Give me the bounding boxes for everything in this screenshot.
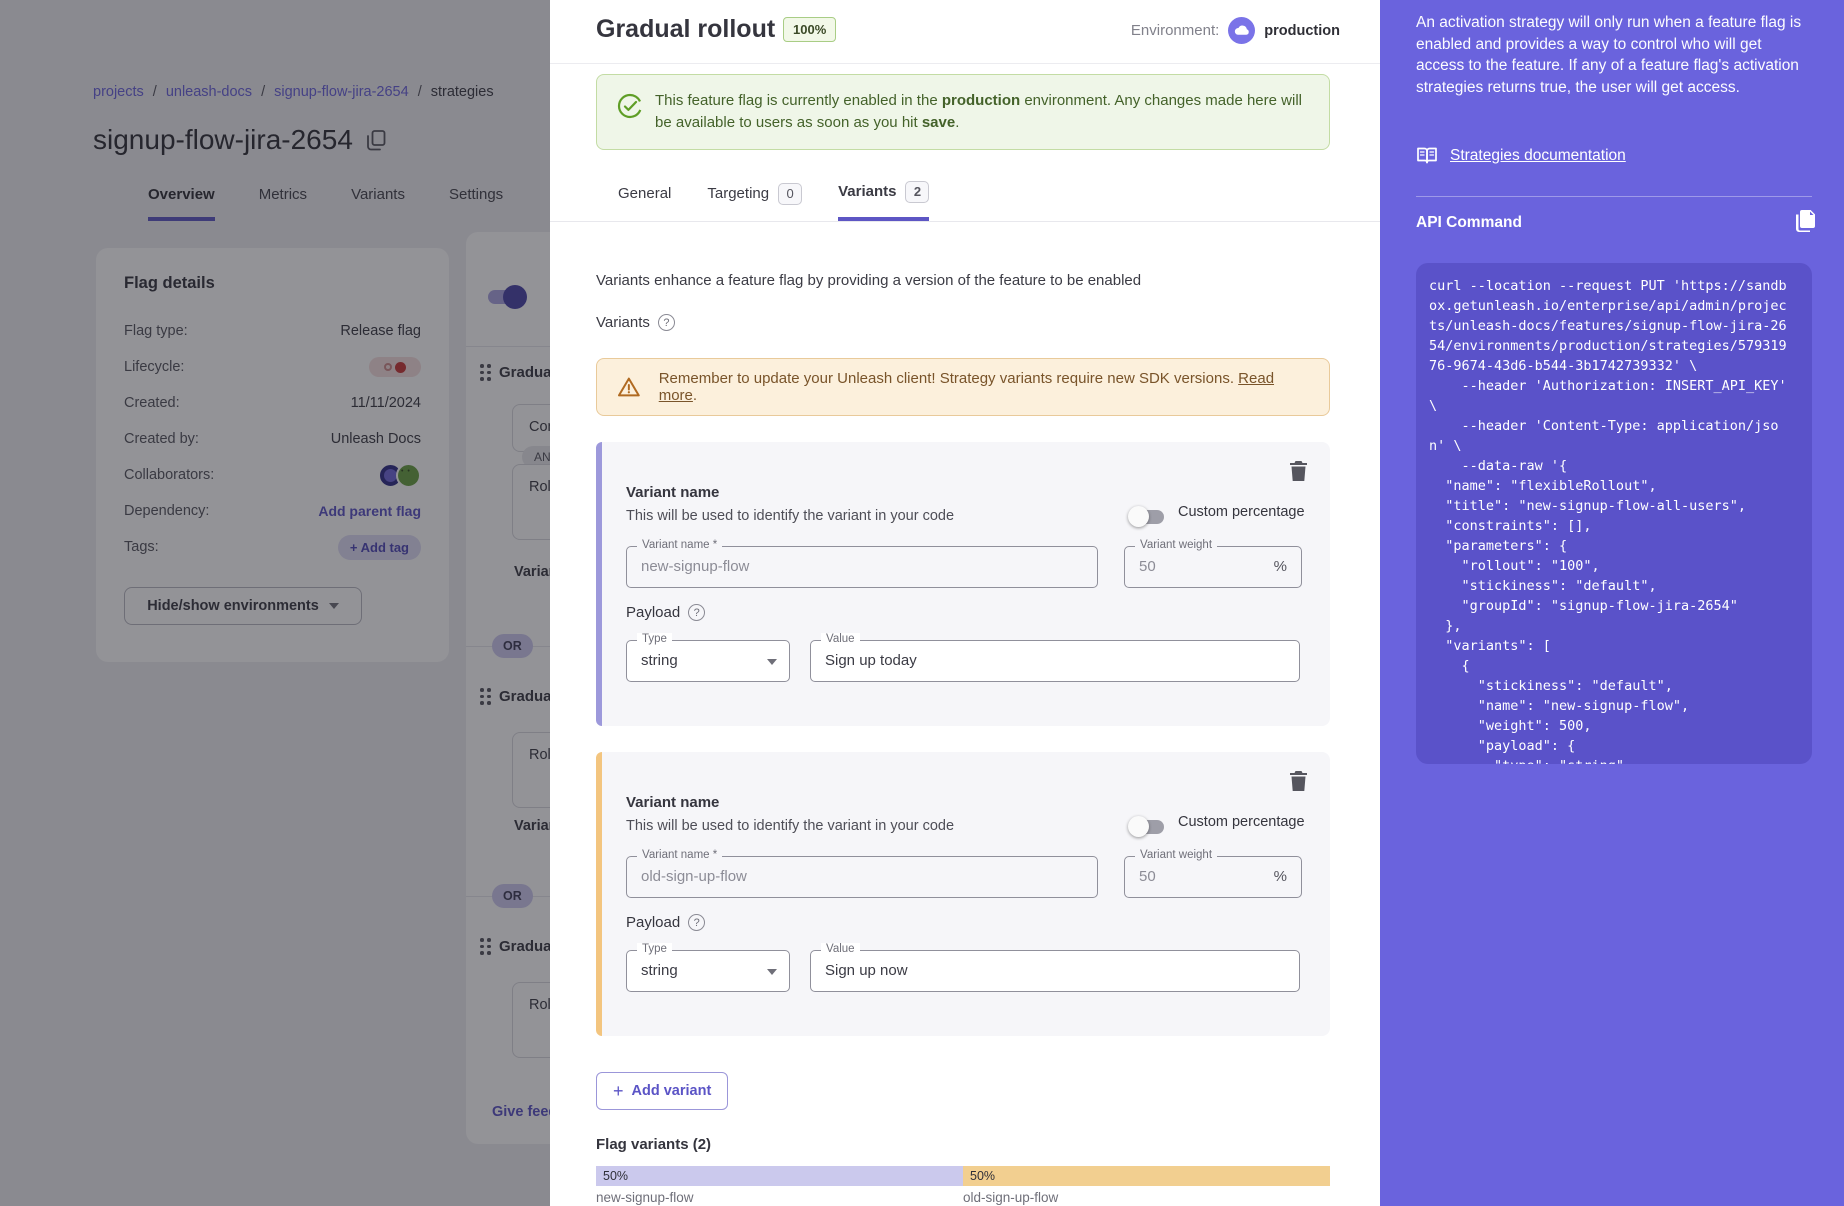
check-circle-icon bbox=[617, 93, 643, 119]
modal-tab-targeting[interactable]: Targeting 0 bbox=[707, 178, 802, 221]
variant-name-input[interactable]: Variant name * old-sign-up-flow bbox=[626, 856, 1098, 898]
sdk-warning-alert: Remember to update your Unleash client! … bbox=[596, 358, 1330, 416]
modal-tab-general[interactable]: General bbox=[618, 178, 671, 221]
variant-color-stripe bbox=[596, 442, 602, 726]
distribution-segment-2: 50% bbox=[963, 1166, 1330, 1186]
enabled-success-alert: This feature flag is currently enabled i… bbox=[596, 74, 1330, 150]
payload-type-select[interactable]: Type string bbox=[626, 640, 790, 682]
warning-icon bbox=[617, 376, 641, 398]
variant-card-1: Variant name This will be used to identi… bbox=[596, 442, 1330, 726]
help-icon[interactable]: ? bbox=[688, 914, 705, 931]
custom-percentage-toggle[interactable] bbox=[1130, 820, 1164, 834]
help-icon[interactable]: ? bbox=[688, 604, 705, 621]
add-variant-button[interactable]: + Add variant bbox=[596, 1072, 728, 1110]
variant-card-2: Variant name This will be used to identi… bbox=[596, 752, 1330, 1036]
variant-distribution-bar: 50% 50% bbox=[596, 1166, 1330, 1186]
variant-color-stripe bbox=[596, 752, 602, 1036]
strategies-documentation-link[interactable]: Strategies documentation bbox=[1450, 147, 1626, 165]
help-icon[interactable]: ? bbox=[658, 314, 675, 331]
chevron-down-icon bbox=[767, 659, 777, 665]
payload-label: Payload ? bbox=[626, 604, 705, 621]
strategy-description: An activation strategy will only run whe… bbox=[1416, 12, 1814, 98]
api-command-code: curl --location --request PUT 'https://s… bbox=[1429, 276, 1799, 764]
modal-tab-bar: General Targeting 0 Variants 2 bbox=[550, 178, 1380, 222]
delete-variant-icon[interactable] bbox=[1289, 460, 1308, 482]
modal-title: Gradual rollout bbox=[596, 15, 775, 44]
payload-type-select[interactable]: Type string bbox=[626, 950, 790, 992]
flag-variants-title: Flag variants (2) bbox=[596, 1136, 711, 1153]
variant-name-input[interactable]: Variant name * new-signup-flow bbox=[626, 546, 1098, 588]
modal-header: Gradual rollout 100% Environment: produc… bbox=[550, 0, 1380, 64]
api-command-code-block[interactable]: curl --location --request PUT 'https://s… bbox=[1416, 263, 1812, 764]
variants-intro: Variants enhance a feature flag by provi… bbox=[596, 272, 1141, 289]
modal-tab-variants[interactable]: Variants 2 bbox=[838, 178, 929, 221]
copy-api-command-icon[interactable] bbox=[1794, 208, 1818, 234]
cloud-icon bbox=[1228, 17, 1255, 44]
help-sidebar: An activation strategy will only run whe… bbox=[1380, 0, 1844, 1206]
payload-label: Payload ? bbox=[626, 914, 705, 931]
strategy-edit-modal: Gradual rollout 100% Environment: produc… bbox=[550, 0, 1380, 1206]
variant-weight-input[interactable]: Variant weight 50 % bbox=[1124, 856, 1302, 898]
payload-value-input[interactable]: Value Sign up today bbox=[810, 640, 1300, 682]
rollout-percent-badge: 100% bbox=[783, 17, 836, 42]
variants-section-label: Variants ? bbox=[596, 314, 675, 331]
environment-indicator: Environment: production bbox=[1131, 17, 1340, 44]
chevron-down-icon bbox=[767, 969, 777, 975]
api-command-title: API Command bbox=[1416, 214, 1522, 232]
variants-count-badge: 2 bbox=[905, 181, 929, 203]
delete-variant-icon[interactable] bbox=[1289, 770, 1308, 792]
targeting-count-badge: 0 bbox=[778, 183, 802, 205]
modal-backdrop[interactable] bbox=[0, 0, 550, 1206]
variant-weight-input[interactable]: Variant weight 50 % bbox=[1124, 546, 1302, 588]
docs-link-row: Strategies documentation bbox=[1416, 146, 1626, 165]
custom-percentage-toggle[interactable] bbox=[1130, 510, 1164, 524]
payload-value-input[interactable]: Value Sign up now bbox=[810, 950, 1300, 992]
divider bbox=[1416, 196, 1812, 197]
book-icon bbox=[1416, 146, 1438, 165]
distribution-labels: new-signup-flow old-sign-up-flow bbox=[596, 1190, 1330, 1205]
plus-icon: + bbox=[613, 1082, 624, 1100]
distribution-segment-1: 50% bbox=[596, 1166, 963, 1186]
